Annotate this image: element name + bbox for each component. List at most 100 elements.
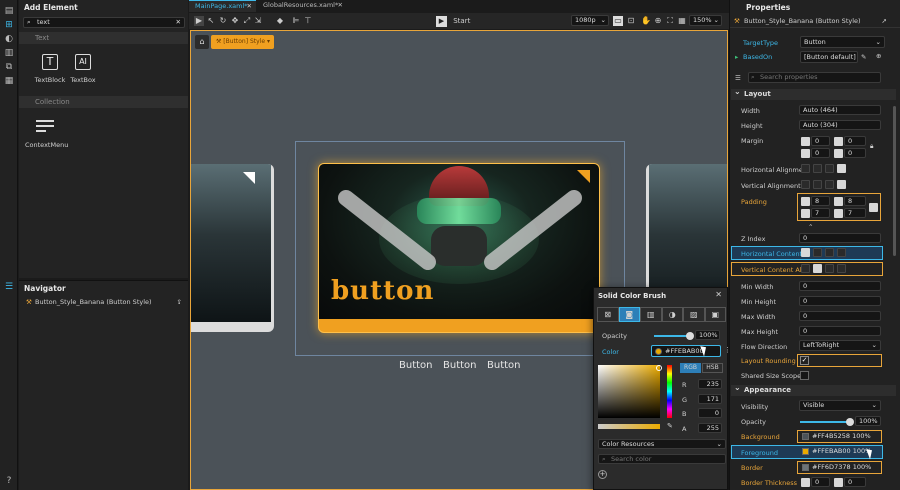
zoom-icon[interactable]: ⊕ <box>653 16 663 26</box>
acrylic-brush-icon[interactable]: ▣ <box>704 307 726 322</box>
preview-card-left[interactable] <box>191 164 274 332</box>
clear-icon[interactable]: ✕ <box>176 18 181 27</box>
valign-top-icon[interactable] <box>801 180 810 189</box>
layers-icon[interactable]: ▥ <box>4 48 14 58</box>
home-icon[interactable]: ⌂ <box>195 35 209 49</box>
vcontent-stretch-icon[interactable] <box>837 264 846 273</box>
no-brush-icon[interactable]: ⊠ <box>597 307 619 322</box>
sizescope-checkbox[interactable] <box>800 371 809 380</box>
opacity-input[interactable]: 100% <box>855 416 881 426</box>
tab-mainpage[interactable]: MainPage.xaml* ✕ <box>189 0 256 12</box>
hcontent-right-icon[interactable] <box>825 248 834 257</box>
copy-icon[interactable]: ⧉ <box>4 62 14 72</box>
align-icon[interactable]: ⊫ <box>291 16 301 26</box>
add-icon[interactable]: ⊕ <box>876 52 881 60</box>
add-element-icon[interactable]: ⊞ <box>4 20 14 30</box>
brush-opacity-thumb[interactable] <box>686 332 694 340</box>
collapse-up-icon[interactable]: ⌃ <box>808 223 813 231</box>
width-input[interactable]: Auto (464) <box>799 105 881 115</box>
halign-right-icon[interactable] <box>825 164 834 173</box>
targettype-select[interactable]: Button ⌄ <box>800 36 885 48</box>
maxwidth-input[interactable]: 0 <box>799 311 881 321</box>
color-spectrum[interactable] <box>598 365 662 418</box>
margin-bottom-input[interactable]: 0 <box>844 148 866 158</box>
hue-slider[interactable] <box>667 365 672 418</box>
thickness-left-input[interactable]: 0 <box>811 477 830 487</box>
margin-right-input[interactable]: 0 <box>811 148 830 158</box>
valign-bottom-icon[interactable] <box>825 180 834 189</box>
start-button[interactable]: ▶ Start <box>436 15 470 27</box>
close-tab-icon[interactable]: ✕ <box>247 1 252 12</box>
rotate-icon[interactable]: ↻ <box>218 16 228 26</box>
valign-center-icon[interactable] <box>813 180 822 189</box>
hcontent-center-icon[interactable] <box>813 248 822 257</box>
a-input[interactable]: 255 <box>698 423 722 433</box>
solid-brush-icon[interactable]: ◙ <box>618 307 640 322</box>
element-search-input[interactable]: ⌕ text ✕ <box>23 17 185 28</box>
vcontent-bottom-icon[interactable] <box>825 264 834 273</box>
pan-hand-icon[interactable]: ✋ <box>641 16 651 26</box>
hcontent-stretch-icon[interactable] <box>837 248 846 257</box>
properties-search-input[interactable]: ⌕ Search properties <box>748 72 881 83</box>
halign-stretch-icon[interactable] <box>837 164 846 173</box>
element-textbox[interactable]: AI TextBox <box>65 54 101 84</box>
navigator-item[interactable]: ⚒ Button_Style_Banana (Button Style) ⇪ <box>19 297 188 308</box>
flow-select[interactable]: LeftToRight ⌄ <box>799 340 881 351</box>
resolution-select[interactable]: 1080p ⌄ <box>571 15 609 26</box>
padding-bottom-input[interactable]: 7 <box>844 208 866 218</box>
padding-right-input[interactable]: 7 <box>811 208 830 218</box>
paint-icon[interactable]: ◆ <box>275 16 285 26</box>
color-search-input[interactable]: ⌕ Search color <box>598 454 726 464</box>
group-text-header[interactable]: Text <box>19 32 188 44</box>
minheight-input[interactable]: 0 <box>799 296 881 306</box>
border-input[interactable]: #FF6D7378 100% <box>799 463 880 473</box>
close-icon[interactable]: ✕ <box>715 290 722 299</box>
select-tool-icon[interactable]: ▶ <box>194 16 204 26</box>
g-input[interactable]: 171 <box>698 394 722 404</box>
halign-left-icon[interactable] <box>801 164 810 173</box>
add-color-icon[interactable]: + <box>598 470 607 479</box>
close-tab-icon-2[interactable]: ✕ <box>338 0 343 11</box>
preview-card-main[interactable]: button <box>318 163 600 333</box>
tab-globalresources[interactable]: GlobalResources.xaml* ✕ <box>257 0 347 12</box>
height-input[interactable]: Auto (304) <box>799 120 881 130</box>
help-icon[interactable]: ? <box>4 476 14 486</box>
r-input[interactable]: 235 <box>698 379 722 389</box>
navigator-rail-icon[interactable]: ☰ <box>4 282 14 292</box>
visibility-select[interactable]: Visible ⌄ <box>799 400 881 411</box>
vcontent-top-icon[interactable] <box>801 264 810 273</box>
assets-icon[interactable]: ▦ <box>4 76 14 86</box>
hsb-tab[interactable]: HSB <box>702 363 723 373</box>
brush-opacity-input[interactable]: 100% <box>695 330 720 340</box>
pin-icon[interactable]: ➚ <box>882 15 887 28</box>
lock-icon[interactable]: 🔒︎ <box>870 142 873 151</box>
b-input[interactable]: 0 <box>698 408 722 418</box>
frame-icon[interactable]: ⊡ <box>626 16 636 26</box>
hcontent-left-icon[interactable] <box>801 248 810 257</box>
alpha-slider[interactable] <box>598 424 660 429</box>
vcontent-center-icon[interactable] <box>813 264 822 273</box>
eyedropper-icon[interactable]: ✎ <box>667 422 673 430</box>
element-textblock[interactable]: T TextBlock <box>32 54 68 84</box>
padding-top-input[interactable]: 8 <box>844 196 866 206</box>
margin-top-input[interactable]: 0 <box>844 136 866 146</box>
move-icon[interactable]: ✥ <box>230 16 240 26</box>
opacity-thumb[interactable] <box>846 418 854 426</box>
fit-icon[interactable]: ⛶ <box>665 16 675 26</box>
maxheight-input[interactable]: 0 <box>799 326 881 336</box>
zoom-select[interactable]: 150% ⌄ <box>689 15 722 26</box>
brush-color-input[interactable]: #FFEBAB00 <box>651 345 721 357</box>
scale-icon[interactable]: ⇲ <box>253 16 263 26</box>
export-icon[interactable]: ⇪ <box>177 297 182 308</box>
basedon-select[interactable]: [Button default] <box>800 51 858 63</box>
section-layout[interactable]: Layout <box>731 86 896 100</box>
padding-left-input[interactable]: 8 <box>811 196 830 206</box>
section-appearance[interactable]: Appearance <box>731 382 896 396</box>
margin-left-input[interactable]: 0 <box>811 136 830 146</box>
device-icon[interactable]: ▭ <box>613 16 623 26</box>
linear-gradient-icon[interactable]: ▥ <box>640 307 662 322</box>
rounding-checkbox[interactable]: ✓ <box>800 356 809 365</box>
group-collection-header[interactable]: Collection <box>19 96 188 108</box>
image-brush-icon[interactable]: ▨ <box>683 307 705 322</box>
element-contextmenu[interactable]: ContextMenu <box>25 118 68 149</box>
